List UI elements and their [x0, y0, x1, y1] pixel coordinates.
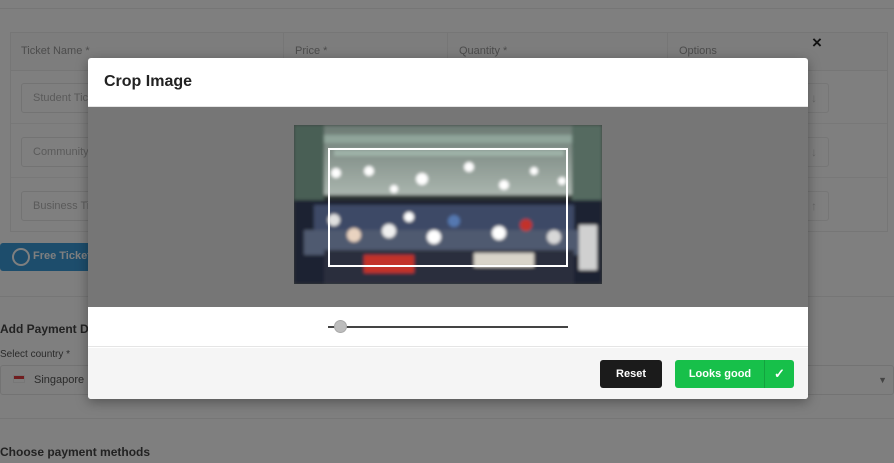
modal-footer: Reset Looks good ✓ [88, 348, 808, 399]
crop-selection-box[interactable] [328, 148, 568, 267]
modal-header: Crop Image [88, 58, 808, 107]
zoom-slider-track[interactable] [328, 326, 568, 328]
looks-good-label: Looks good [688, 368, 752, 380]
reset-button[interactable]: Reset [600, 360, 662, 388]
event-photo [294, 125, 602, 284]
zoom-slider-handle[interactable] [333, 320, 347, 333]
close-icon[interactable]: × [812, 33, 822, 53]
check-icon: ✓ [774, 366, 785, 381]
zoom-slider-row [88, 307, 808, 347]
crop-image-modal: Crop Image Reset Looks good ✓ [88, 58, 808, 399]
crop-area [88, 107, 808, 307]
modal-title: Crop Image [104, 73, 193, 90]
looks-good-button[interactable]: Looks good ✓ [675, 360, 794, 388]
